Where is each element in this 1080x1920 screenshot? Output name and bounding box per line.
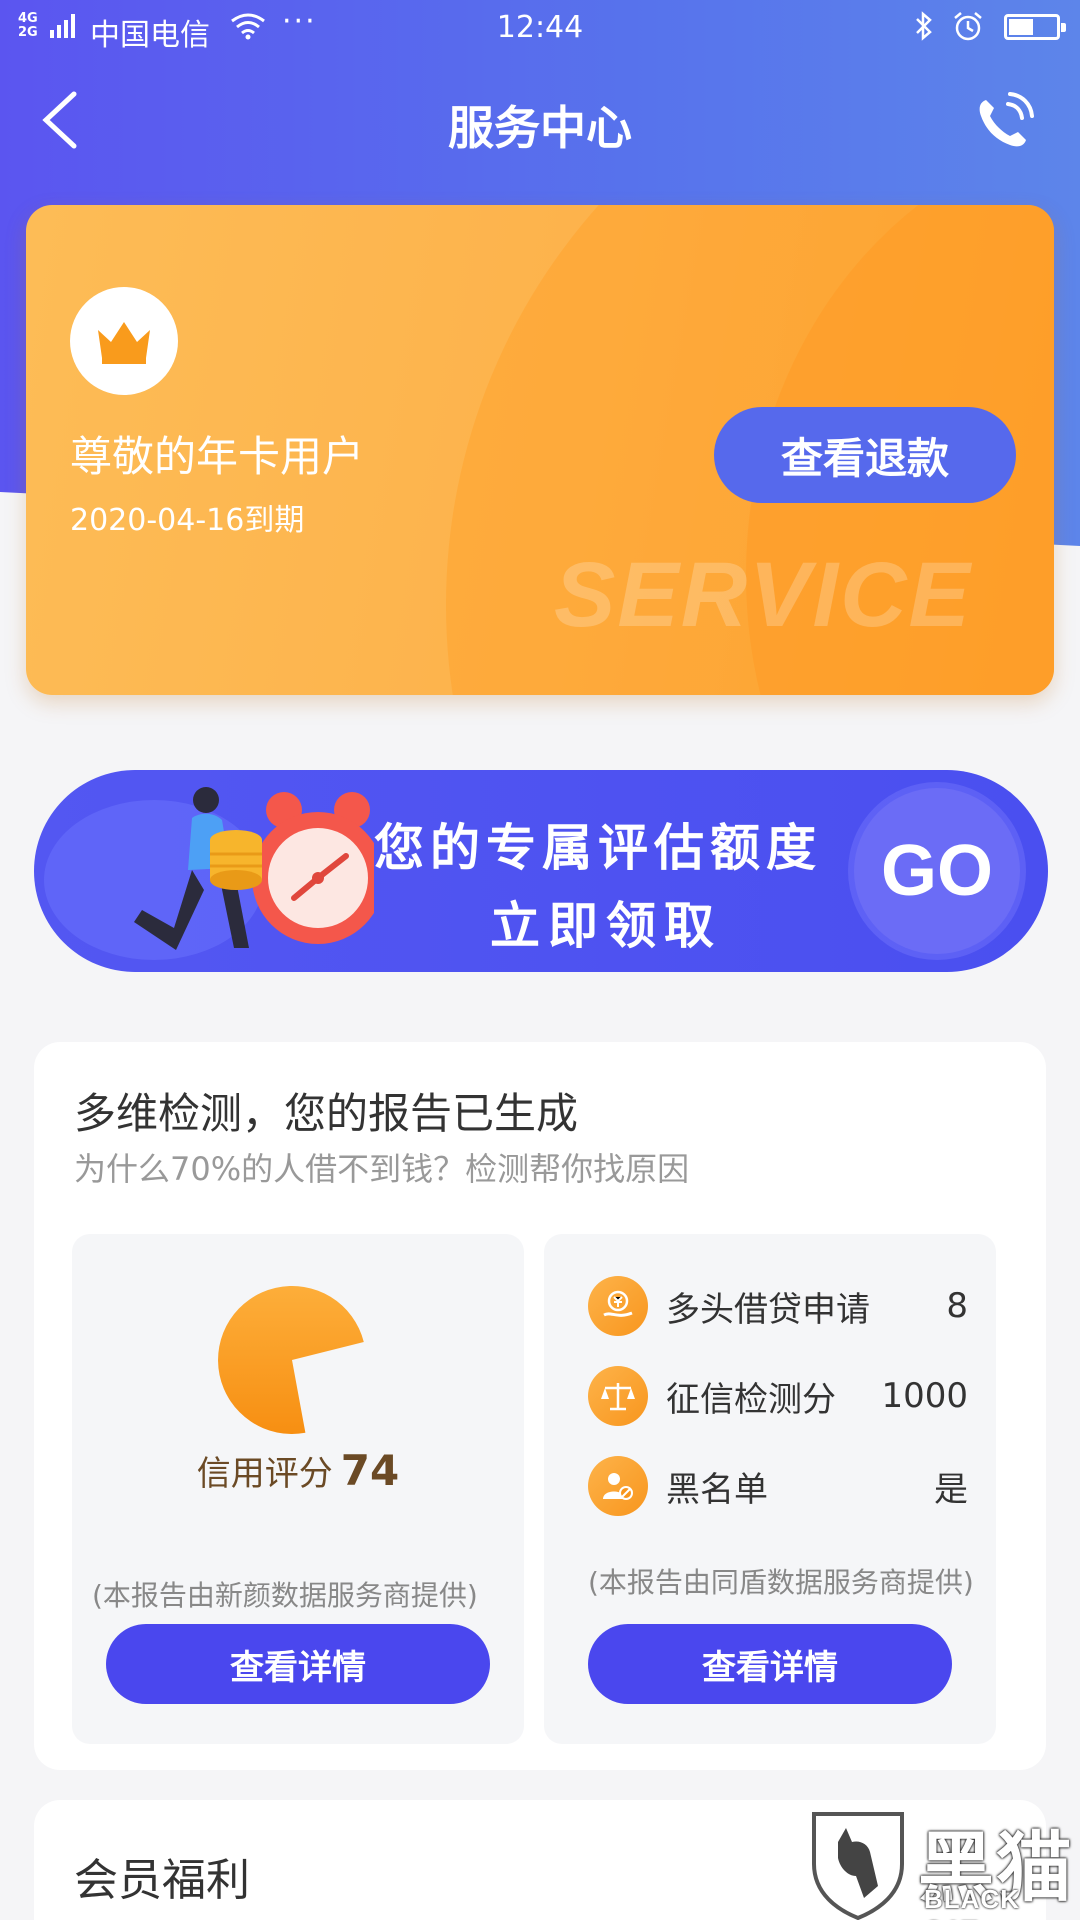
stat-row-credit-check: 征信检测分 1000 — [588, 1364, 968, 1428]
stat-row-multi-loan: 多头借贷申请 8 — [588, 1274, 968, 1338]
credit-report-provider: (本报告由新颜数据服务商提供) — [92, 1579, 478, 1612]
header: 服务中心 — [0, 70, 1080, 170]
stat-value: 8 — [946, 1286, 968, 1326]
credit-view-details-button[interactable]: 查看详情 — [106, 1624, 490, 1704]
stat-value: 1000 — [881, 1376, 968, 1416]
risk-report-provider: (本报告由同盾数据服务商提供) — [588, 1566, 974, 1599]
phone-call-icon — [979, 92, 1034, 147]
promo-headline: 您的专属评估额度 — [374, 819, 822, 877]
member-benefits-title: 会员福利 — [74, 1855, 250, 1906]
yen-hand-icon — [588, 1276, 648, 1336]
credit-score-pie-slice — [218, 1286, 364, 1435]
status-bar: 4G 2G 中国电信 ··· 12:44 — [0, 0, 1080, 56]
customer-service-call-button[interactable] — [972, 90, 1036, 154]
blacklist-user-icon — [588, 1456, 648, 1516]
battery-icon — [1004, 14, 1066, 40]
credit-limit-promo-banner[interactable]: 您的专属评估额度 立即领取 GO — [34, 770, 1048, 972]
membership-card: 尊敬的年卡用户 2020-04-16到期 查看退款 SERVICE — [26, 205, 1054, 695]
credit-score-label: 信用评分 — [196, 1454, 333, 1494]
stat-label: 征信检测分 — [666, 1379, 836, 1420]
risk-stats-panel: 多头借贷申请 8 征信检测分 1000 黑名单 是 (本报告由同盾数据服务商提供… — [544, 1234, 996, 1744]
stat-label: 多头借贷申请 — [666, 1289, 870, 1330]
credit-score-value: 74 — [340, 1446, 400, 1495]
page-title: 服务中心 — [448, 101, 632, 155]
stat-label: 黑名单 — [666, 1469, 768, 1510]
credit-score-panel: 信用评分 74 (本报告由新颜数据服务商提供) 查看详情 — [72, 1234, 524, 1744]
credit-score-line: 信用评分 74 — [72, 1446, 524, 1495]
report-title: 多维检测，您的报告已生成 — [74, 1089, 579, 1138]
report-subtitle: 为什么70%的人借不到钱？检测帮你找原因 — [74, 1150, 690, 1188]
member-expiry-date: 2020-04-16到期 — [70, 503, 305, 538]
report-card: 多维检测，您的报告已生成 为什么70%的人借不到钱？检测帮你找原因 信用评分 74… — [34, 1042, 1046, 1770]
black-cat-watermark-en: BLACK CAT — [924, 1884, 1020, 1920]
go-button[interactable]: GO — [854, 788, 1020, 954]
bluetooth-icon — [912, 10, 936, 46]
man-with-coins-and-clock-illustration — [84, 778, 384, 972]
scale-icon — [588, 1366, 648, 1426]
crown-badge — [70, 287, 178, 395]
risk-view-details-button[interactable]: 查看详情 — [588, 1624, 952, 1704]
member-type-label: 尊敬的年卡用户 — [70, 432, 365, 481]
crown-icon — [98, 322, 150, 364]
service-watermark-text: SERVICE — [554, 544, 972, 646]
view-refund-button[interactable]: 查看退款 — [714, 407, 1016, 503]
stat-row-blacklist: 黑名单 是 — [588, 1454, 968, 1518]
black-cat-logo-icon — [812, 1812, 904, 1920]
promo-subline: 立即领取 — [490, 897, 722, 955]
credit-score-pie-icon — [212, 1280, 372, 1444]
alarm-icon — [952, 10, 984, 46]
stat-value: 是 — [934, 1469, 968, 1510]
